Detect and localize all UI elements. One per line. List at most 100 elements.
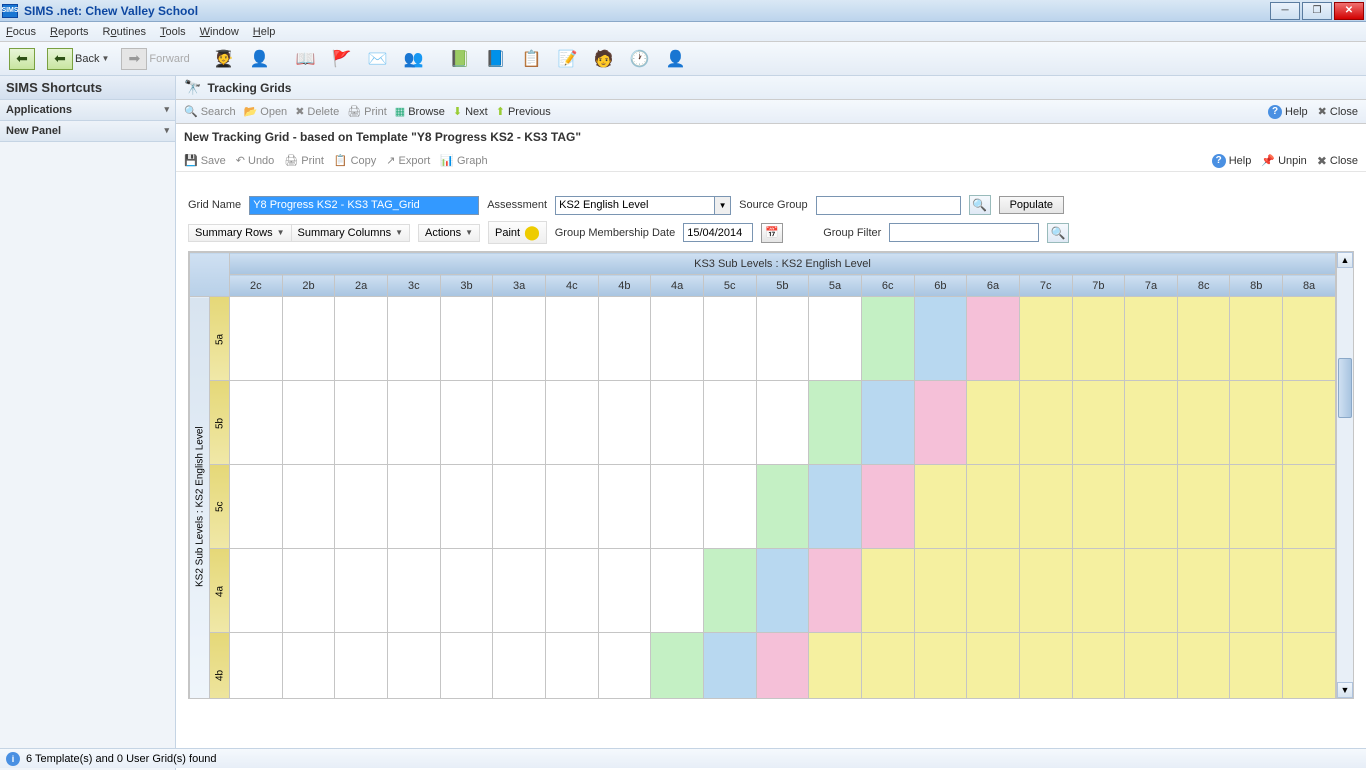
- toolbar-icon-13[interactable]: 👤: [659, 45, 693, 73]
- grid-cell[interactable]: [967, 633, 1020, 699]
- minimize-button[interactable]: ─: [1270, 2, 1300, 20]
- grid-cell[interactable]: [440, 549, 493, 633]
- scroll-down-button[interactable]: ▼: [1337, 682, 1353, 698]
- grid-cell[interactable]: [598, 633, 651, 699]
- dt-graph[interactable]: 📊Graph: [440, 154, 487, 167]
- menu-reports[interactable]: Reports: [50, 26, 89, 38]
- grid-cell[interactable]: [545, 381, 598, 465]
- toolbar-icon-5[interactable]: ✉️: [361, 45, 395, 73]
- grid-cell[interactable]: [545, 549, 598, 633]
- grid-cell[interactable]: [335, 549, 388, 633]
- toolbar-icon-7[interactable]: 📗: [443, 45, 477, 73]
- grid-cell[interactable]: [1177, 381, 1230, 465]
- assessment-dropdown[interactable]: ▼: [715, 196, 731, 215]
- source-group-input[interactable]: [816, 196, 961, 215]
- grid-cell[interactable]: [703, 633, 756, 699]
- ab-browse[interactable]: ▦Browse: [395, 105, 445, 118]
- paint-button[interactable]: Paint⬤: [488, 221, 547, 244]
- grid-cell[interactable]: [809, 297, 862, 381]
- grid-cell[interactable]: [230, 465, 283, 549]
- grid-cell[interactable]: [440, 633, 493, 699]
- grid-cell[interactable]: [1125, 633, 1178, 699]
- grid-cell[interactable]: [1019, 297, 1072, 381]
- grid-cell[interactable]: [861, 549, 914, 633]
- grid-cell[interactable]: [967, 381, 1020, 465]
- grid-cell[interactable]: [651, 465, 704, 549]
- grid-cell[interactable]: [703, 549, 756, 633]
- grid-cell[interactable]: [914, 297, 967, 381]
- ab-search[interactable]: 🔍Search: [184, 105, 236, 118]
- toolbar-icon-9[interactable]: 📋: [515, 45, 549, 73]
- grid-cell[interactable]: [493, 297, 546, 381]
- grid-cell[interactable]: [1177, 633, 1230, 699]
- grid-cell[interactable]: [1177, 297, 1230, 381]
- ab-open[interactable]: 📂Open: [244, 105, 288, 118]
- grid-cell[interactable]: [1072, 549, 1125, 633]
- grid-cell[interactable]: [1125, 549, 1178, 633]
- actions-button[interactable]: Actions▼: [418, 224, 480, 242]
- grid-cell[interactable]: [1283, 549, 1336, 633]
- populate-button[interactable]: Populate: [999, 196, 1064, 214]
- grid-cell[interactable]: [230, 549, 283, 633]
- grid-cell[interactable]: [651, 297, 704, 381]
- grid-cell[interactable]: [703, 465, 756, 549]
- sidebar-item-newpanel[interactable]: New Panel▾: [0, 121, 175, 142]
- menu-focus[interactable]: Focus: [6, 26, 36, 38]
- grid-cell[interactable]: [1019, 633, 1072, 699]
- ab-next[interactable]: ⬇Next: [453, 105, 488, 118]
- grid-cell[interactable]: [282, 633, 335, 699]
- maximize-button[interactable]: ❐: [1302, 2, 1332, 20]
- menu-routines[interactable]: Routines: [103, 26, 146, 38]
- grid-cell[interactable]: [809, 465, 862, 549]
- dt-close[interactable]: ✖Close: [1317, 154, 1358, 168]
- ab-help[interactable]: ?Help: [1268, 105, 1308, 119]
- filter-input[interactable]: [889, 223, 1039, 242]
- grid-cell[interactable]: [967, 465, 1020, 549]
- grid-cell[interactable]: [703, 381, 756, 465]
- grid-name-input[interactable]: [249, 196, 479, 215]
- dt-export[interactable]: ↗Export: [386, 154, 430, 167]
- grid-cell[interactable]: [440, 465, 493, 549]
- grid-cell[interactable]: [651, 633, 704, 699]
- grid-cell[interactable]: [1230, 465, 1283, 549]
- grid-cell[interactable]: [1230, 633, 1283, 699]
- calendar-button[interactable]: 📅: [761, 223, 783, 243]
- grid-cell[interactable]: [493, 633, 546, 699]
- membership-date-input[interactable]: [683, 223, 753, 242]
- dt-copy[interactable]: 📋Copy: [334, 154, 376, 167]
- ab-print[interactable]: 🖨Print: [347, 105, 387, 118]
- grid-cell[interactable]: [756, 381, 809, 465]
- grid-cell[interactable]: [545, 297, 598, 381]
- grid-cell[interactable]: [335, 465, 388, 549]
- grid-cell[interactable]: [1125, 297, 1178, 381]
- grid-cell[interactable]: [1230, 297, 1283, 381]
- grid-cell[interactable]: [440, 297, 493, 381]
- grid-cell[interactable]: [1230, 381, 1283, 465]
- grid-cell[interactable]: [756, 297, 809, 381]
- dt-save[interactable]: 💾Save: [184, 154, 226, 167]
- grid-cell[interactable]: [914, 381, 967, 465]
- grid-cell[interactable]: [282, 381, 335, 465]
- sidebar-item-applications[interactable]: Applications▾: [0, 100, 175, 121]
- toolbar-icon-4[interactable]: 🚩: [325, 45, 359, 73]
- scroll-thumb[interactable]: [1338, 358, 1352, 418]
- grid-cell[interactable]: [493, 465, 546, 549]
- grid-cell[interactable]: [861, 381, 914, 465]
- grid-cell[interactable]: [1019, 381, 1072, 465]
- grid-cell[interactable]: [914, 549, 967, 633]
- grid-cell[interactable]: [335, 297, 388, 381]
- grid-cell[interactable]: [1072, 381, 1125, 465]
- dt-undo[interactable]: ↶Undo: [236, 154, 275, 167]
- close-button[interactable]: ✕: [1334, 2, 1364, 20]
- grid-cell[interactable]: [1177, 549, 1230, 633]
- grid-cell[interactable]: [230, 633, 283, 699]
- grid-cell[interactable]: [651, 381, 704, 465]
- grid-cell[interactable]: [230, 381, 283, 465]
- grid-cell[interactable]: [967, 297, 1020, 381]
- assessment-input[interactable]: [555, 196, 715, 215]
- grid-cell[interactable]: [861, 297, 914, 381]
- grid-cell[interactable]: [809, 633, 862, 699]
- grid-cell[interactable]: [861, 633, 914, 699]
- grid-cell[interactable]: [545, 465, 598, 549]
- grid-cell[interactable]: [282, 297, 335, 381]
